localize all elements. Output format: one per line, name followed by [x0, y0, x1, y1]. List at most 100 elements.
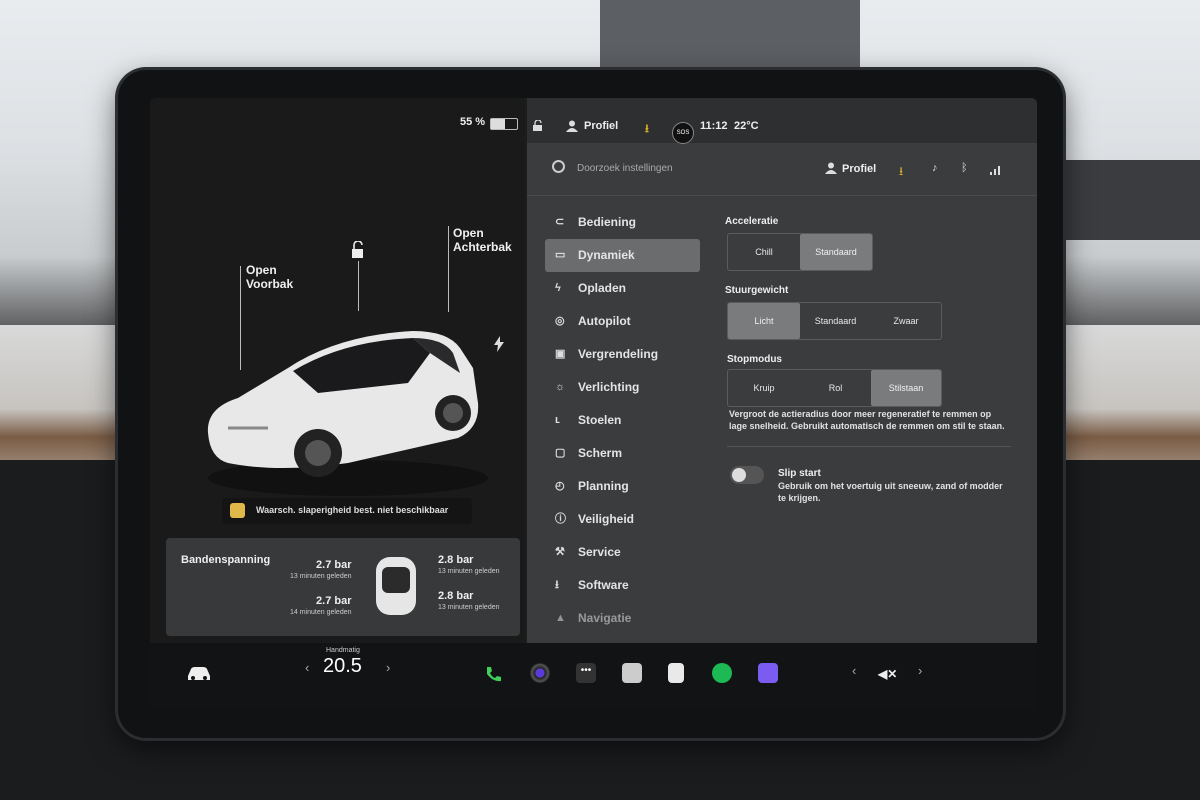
car-menu-icon[interactable]	[186, 663, 212, 683]
battery-icon	[490, 118, 518, 130]
stop-mode-description: Vergroot de actieradius door meer regene…	[729, 409, 1005, 431]
toybox-app-icon[interactable]	[758, 663, 778, 683]
charge-port-icon[interactable]	[494, 336, 504, 352]
acceleration-title: Acceleratie	[725, 216, 779, 227]
sidebar-item-label: Autopilot	[578, 314, 631, 328]
download-icon[interactable]: ⭳	[645, 120, 649, 139]
sos-button[interactable]: SOS	[672, 122, 694, 144]
slip-start-title: Slip start	[778, 468, 821, 479]
stop-mode-segmented-control[interactable]: Kruip Rol Stilstaan	[727, 369, 942, 407]
drowsiness-warning-text: Waarsch. slaperigheid best. niet beschik…	[256, 505, 449, 515]
lte-signal-icon	[990, 166, 1000, 175]
slip-start-toggle-knob	[732, 468, 746, 482]
tire-front-right: 2.8 bar 13 minuten geleden	[438, 554, 500, 575]
acceleration-option-chill[interactable]: Chill	[728, 234, 800, 270]
tire-rear-right-age: 13 minuten geleden	[438, 604, 500, 611]
sidebar-item-software[interactable]: ⭳ Software	[545, 569, 700, 602]
screen-icon: ▢	[555, 447, 566, 459]
stop-mode-option-stilstaan[interactable]: Stilstaan	[871, 370, 941, 406]
tire-front-left-age: 13 minuten geleden	[290, 573, 352, 580]
acceleration-option-standaard[interactable]: Standaard	[800, 234, 872, 270]
sidebar-item-label: Software	[578, 578, 629, 592]
sidebar-item-label: Verlichting	[578, 380, 640, 394]
calendar-app-icon[interactable]	[668, 663, 684, 683]
sidebar-item-autopilot[interactable]: ◎ Autopilot	[545, 305, 700, 338]
settings-nav: ⊂ Bediening ▭ Dynamiek ϟ Opladen ◎ Autopilot ▣ Ve…	[545, 206, 700, 635]
bell-icon[interactable]: ♪	[932, 162, 938, 174]
stop-mode-option-rol[interactable]: Rol	[800, 370, 871, 406]
steering-option-standaard[interactable]: Standaard	[800, 303, 871, 339]
download-icon-secondary[interactable]: ⭳	[899, 162, 903, 183]
settings-search-row: Doorzoek instellingen Profiel ⭳ ♪ ᛒ	[527, 143, 1037, 191]
profile-icon[interactable]	[566, 120, 578, 132]
phone-icon[interactable]	[484, 665, 502, 683]
sidebar-item-service[interactable]: ⚒ Service	[545, 536, 700, 569]
open-frunk-label-2: Voorbak	[246, 277, 294, 291]
sidebar-item-verlichting[interactable]: ☼ Verlichting	[545, 371, 700, 404]
unlock-icon[interactable]	[350, 241, 366, 259]
search-icon	[552, 160, 565, 173]
settings-search-input[interactable]: Doorzoek instellingen	[577, 163, 673, 174]
steering-option-zwaar[interactable]: Zwaar	[871, 303, 941, 339]
sidebar-item-vergrendeling[interactable]: ▣ Vergrendeling	[545, 338, 700, 371]
background-vent	[1060, 160, 1200, 240]
open-trunk-button[interactable]: Open Achterbak	[453, 226, 512, 254]
search-profile-button[interactable]: Profiel	[842, 163, 876, 175]
camera-app-icon[interactable]	[530, 663, 550, 683]
stop-mode-option-kruip[interactable]: Kruip	[728, 370, 800, 406]
stop-mode-title: Stopmodus	[727, 354, 782, 365]
tire-front-right-age: 13 minuten geleden	[438, 568, 500, 575]
section-divider	[727, 446, 1011, 447]
download-icon: ⭳	[555, 579, 559, 591]
profile-icon-small	[825, 162, 837, 174]
sidebar-item-bediening[interactable]: ⊂ Bediening	[545, 206, 700, 239]
tire-rear-left-age: 14 minuten geleden	[290, 609, 352, 616]
navigation-app-icon[interactable]	[622, 663, 642, 683]
volume-mute-icon[interactable]: ◀✕	[878, 667, 897, 681]
sidebar-item-label: Navigatie	[578, 611, 632, 625]
volume-up-chevron-icon[interactable]: ›	[918, 663, 922, 678]
sidebar-item-dynamiek[interactable]: ▭ Dynamiek	[545, 239, 700, 272]
sidebar-item-scherm[interactable]: ▢ Scherm	[545, 437, 700, 470]
open-frunk-button[interactable]: Open Voorbak	[246, 263, 293, 291]
steering-segmented-control[interactable]: Licht Standaard Zwaar	[727, 302, 942, 340]
tire-rear-right-value: 2.8 bar	[438, 590, 474, 602]
bolt-icon: ϟ	[555, 282, 561, 294]
open-trunk-label-2: Achterbak	[453, 240, 512, 254]
lock-pointer-line	[358, 261, 359, 311]
navigation-icon: ▲	[555, 612, 566, 624]
car-icon: ▭	[555, 249, 566, 261]
sidebar-item-opladen[interactable]: ϟ Opladen	[545, 272, 700, 305]
tire-front-left-value: 2.7 bar	[316, 559, 352, 571]
acceleration-segmented-control[interactable]: Chill Standaard	[727, 233, 873, 271]
sidebar-item-planning[interactable]: ◴ Planning	[545, 470, 700, 503]
volume-down-chevron-icon[interactable]: ‹	[852, 663, 856, 678]
open-frunk-label-1: Open	[246, 263, 277, 277]
steering-option-licht[interactable]: Licht	[728, 303, 800, 339]
car-top-view-icon	[376, 557, 416, 615]
temp-decrease-chevron-icon[interactable]: ‹	[305, 660, 309, 675]
temp-increase-chevron-icon[interactable]: ›	[386, 660, 390, 675]
tire-front-left: 2.7 bar 13 minuten geleden	[290, 559, 352, 580]
slip-start-toggle[interactable]	[730, 466, 764, 484]
tire-rear-right: 2.8 bar 13 minuten geleden	[438, 590, 500, 611]
tire-rear-left: 2.7 bar 14 minuten geleden	[290, 595, 352, 616]
tire-pressure-title: Bandenspanning	[181, 554, 271, 566]
climate-temperature[interactable]: 20.5	[323, 655, 362, 678]
tire-pressure-card[interactable]: Bandenspanning 2.7 bar 13 minuten gelede…	[166, 538, 520, 636]
bluetooth-icon[interactable]: ᛒ	[961, 162, 968, 174]
top-status-bar: Profiel ⭳ SOS 11:12 22°C	[527, 98, 1037, 144]
profile-button[interactable]: Profiel	[584, 120, 618, 132]
wrench-icon: ⚒	[555, 546, 565, 558]
unlock-status-icon	[533, 120, 542, 131]
more-apps-icon[interactable]: •••	[576, 663, 596, 683]
sidebar-item-veiligheid[interactable]: ⓘ Veiligheid	[545, 503, 700, 536]
sidebar-item-label: Vergrendeling	[578, 347, 659, 361]
sidebar-item-navigatie[interactable]: ▲ Navigatie	[545, 602, 700, 635]
sidebar-item-stoelen[interactable]: ʟ Stoelen	[545, 404, 700, 437]
battery-percentage: 55 %	[460, 116, 486, 128]
bottom-dock: ‹ Handmatig 20.5 › ••• ‹ ◀✕ ›	[150, 643, 1037, 710]
spotify-icon[interactable]	[712, 663, 732, 683]
sidebar-item-label: Opladen	[578, 281, 627, 295]
seat-icon: ʟ	[555, 414, 560, 426]
